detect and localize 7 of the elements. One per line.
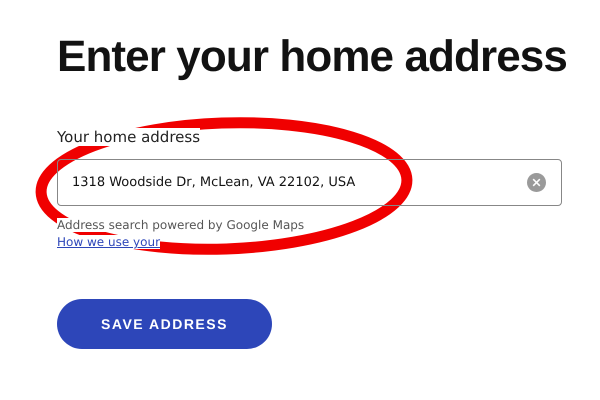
- save-address-button[interactable]: SAVE ADDRESS: [57, 299, 272, 349]
- field-label: Your home address: [57, 128, 200, 146]
- info-link[interactable]: How we use your: [57, 235, 160, 249]
- hint-text: Address search powered by Google Maps: [57, 218, 304, 232]
- page-heading: Enter your home address: [57, 31, 567, 83]
- address-field[interactable]: 1318 Woodside Dr, McLean, VA 22102, USA: [57, 159, 562, 206]
- clear-icon[interactable]: [527, 173, 546, 192]
